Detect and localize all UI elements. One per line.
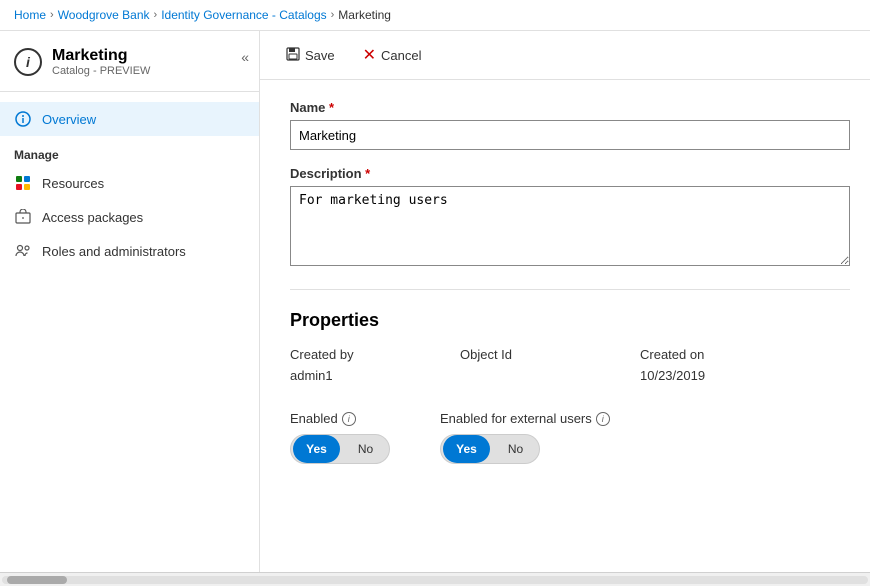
section-divider (290, 289, 850, 290)
enabled-toggle-item: Enabled i Yes No (290, 411, 390, 464)
external-no[interactable]: No (492, 435, 539, 463)
external-toggle-item: Enabled for external users i Yes No (440, 411, 610, 464)
prop-label-created-on: Created on (640, 347, 800, 364)
prop-value-created-on: 10/23/2019 (640, 368, 800, 391)
properties-title: Properties (290, 310, 840, 331)
description-textarea[interactable] (290, 186, 850, 266)
cancel-label: Cancel (381, 48, 421, 63)
name-required: * (329, 100, 334, 115)
toggle-group: Enabled i Yes No Enabled for external us… (290, 411, 840, 464)
sidebar: i Marketing Catalog - PREVIEW « (0, 31, 260, 585)
enabled-label: Enabled (290, 411, 338, 426)
cancel-icon: ✕ (363, 45, 376, 65)
prop-value-object-id (460, 368, 640, 391)
sidebar-label-overview: Overview (42, 112, 96, 127)
collapse-button[interactable]: « (241, 49, 249, 65)
scrollbar-thumb[interactable] (7, 576, 67, 584)
sidebar-item-roles-admins[interactable]: Roles and administrators (0, 234, 259, 268)
save-label: Save (305, 48, 335, 63)
sidebar-nav: Overview Manage Resources (0, 92, 259, 278)
sidebar-label-resources: Resources (42, 176, 104, 191)
sidebar-item-resources[interactable]: Resources (0, 166, 259, 200)
description-required: * (365, 166, 370, 181)
catalog-icon: i (14, 48, 42, 76)
enabled-toggle[interactable]: Yes No (290, 434, 390, 464)
description-group: Description * (290, 166, 840, 269)
description-label: Description * (290, 166, 840, 181)
sidebar-section-manage: Manage (0, 136, 259, 166)
properties-grid: Created by Object Id Created on admin1 1… (290, 347, 840, 391)
overview-icon (14, 110, 32, 128)
sidebar-label-access-packages: Access packages (42, 210, 143, 225)
enabled-info-icon[interactable]: i (342, 412, 356, 426)
breadcrumb: Home › Woodgrove Bank › Identity Governa… (0, 0, 870, 31)
breadcrumb-woodgrove[interactable]: Woodgrove Bank (58, 8, 150, 22)
toolbar: Save ✕ Cancel (260, 31, 870, 80)
breadcrumb-ig-catalogs[interactable]: Identity Governance - Catalogs (161, 8, 326, 22)
breadcrumb-sep-3: › (331, 9, 335, 21)
breadcrumb-sep-2: › (154, 9, 158, 21)
roles-icon (14, 242, 32, 260)
form-area: Name * Description * Properties Created … (260, 80, 870, 484)
sidebar-item-overview[interactable]: Overview (0, 102, 259, 136)
save-button[interactable]: Save (280, 43, 341, 68)
catalog-title: Marketing (52, 47, 150, 65)
main-content: Save ✕ Cancel Name * Description * (260, 31, 870, 585)
prop-label-created-by: Created by (290, 347, 460, 364)
external-label: Enabled for external users (440, 411, 592, 426)
sidebar-label-roles: Roles and administrators (42, 244, 186, 259)
breadcrumb-home[interactable]: Home (14, 8, 46, 22)
sidebar-item-access-packages[interactable]: Access packages (0, 200, 259, 234)
external-info-icon[interactable]: i (596, 412, 610, 426)
scrollbar-track[interactable] (2, 576, 868, 584)
sidebar-header: i Marketing Catalog - PREVIEW « (0, 31, 259, 92)
breadcrumb-current: Marketing (338, 8, 391, 22)
name-group: Name * (290, 100, 840, 150)
catalog-subtitle: Catalog - PREVIEW (52, 65, 150, 77)
external-toggle[interactable]: Yes No (440, 434, 540, 464)
enabled-no[interactable]: No (342, 435, 389, 463)
prop-label-object-id: Object Id (460, 347, 640, 364)
name-label: Name * (290, 100, 840, 115)
cancel-button[interactable]: ✕ Cancel (357, 41, 428, 69)
breadcrumb-sep-1: › (50, 9, 54, 21)
bottom-scrollbar (0, 572, 870, 586)
external-yes[interactable]: Yes (443, 435, 490, 463)
prop-value-created-by: admin1 (290, 368, 460, 391)
access-packages-icon (14, 208, 32, 226)
resources-icon (14, 174, 32, 192)
enabled-yes[interactable]: Yes (293, 435, 340, 463)
name-input[interactable] (290, 120, 850, 150)
save-icon (286, 47, 300, 64)
